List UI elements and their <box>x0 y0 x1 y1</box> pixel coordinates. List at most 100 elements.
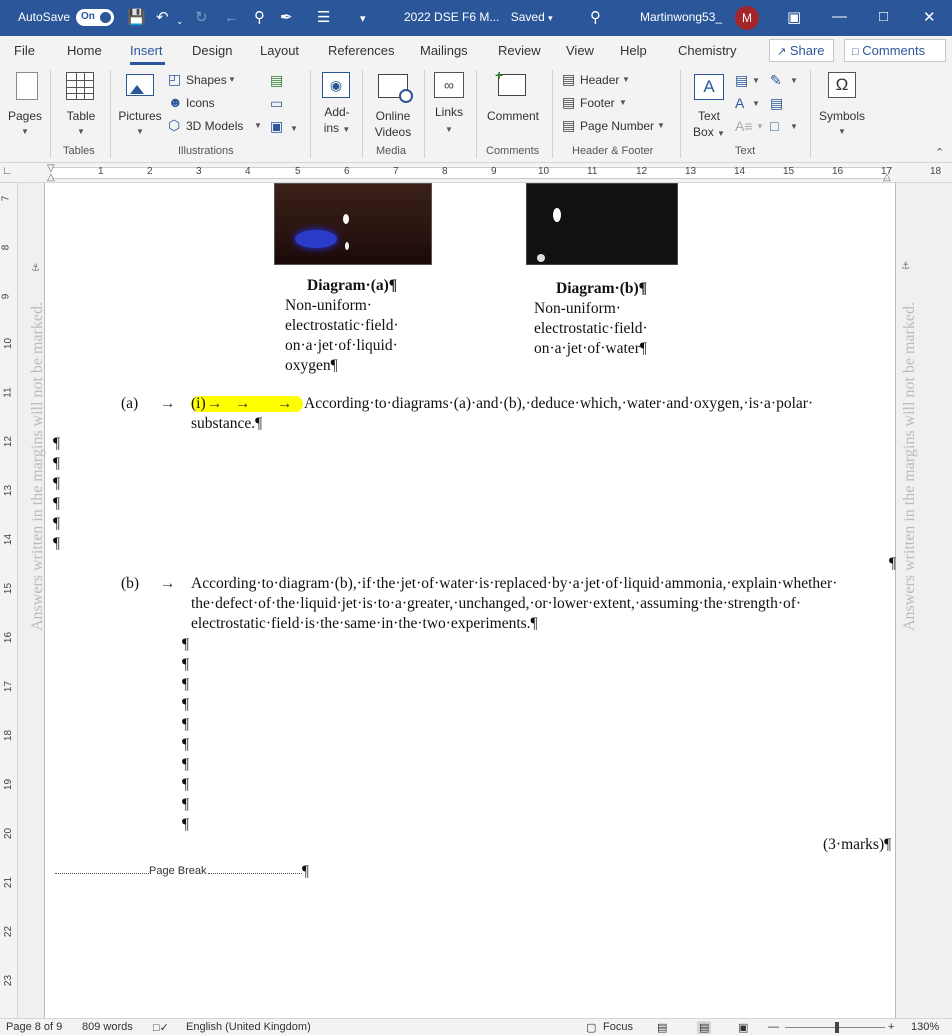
date-time-icon[interactable]: ▤ <box>770 95 783 111</box>
word-count[interactable]: 809 words <box>82 1021 133 1033</box>
online-videos-label-1: Online <box>375 109 411 123</box>
question-b-text-2: the·defect·of·the·liquid·jet·is·to·a·gre… <box>191 595 802 612</box>
tab-view[interactable]: View <box>566 43 594 58</box>
ribbon-display-icon[interactable]: ▣ <box>787 8 801 26</box>
header-label: Header <box>580 73 620 87</box>
signature-dropdown-icon[interactable]: ▼ <box>790 76 798 85</box>
quick-parts-icon[interactable]: ▤ <box>735 72 748 88</box>
quick-parts-dropdown-icon[interactable]: ▼ <box>752 76 760 85</box>
icons-button[interactable]: ☻ Icons <box>168 94 228 112</box>
focus-icon[interactable]: ▢ <box>586 1021 596 1034</box>
proofing-icon[interactable]: □✓ <box>153 1021 169 1034</box>
shapes-button[interactable]: ◰ Shapes ▼ <box>168 71 238 89</box>
language[interactable]: English (United Kingdom) <box>186 1021 311 1033</box>
tab-layout[interactable]: Layout <box>260 43 299 58</box>
tab-design[interactable]: Design <box>192 43 232 58</box>
drop-cap-dropdown-icon[interactable]: ▼ <box>756 122 764 131</box>
customize-toolbar-icon[interactable]: ▾ <box>360 11 366 28</box>
pilcrow: ¶ <box>302 863 310 880</box>
pilcrow: ¶ <box>53 435 61 452</box>
close-icon[interactable]: ✕ <box>923 8 936 26</box>
tab-insert[interactable]: Insert <box>130 43 163 58</box>
zoom-slider-thumb[interactable] <box>835 1022 839 1033</box>
pages-button[interactable]: Pages ▼ <box>6 70 44 140</box>
vruler-number: 20 <box>3 827 15 840</box>
comment-button[interactable]: + Comment <box>482 68 544 140</box>
object-dropdown-icon[interactable]: ▼ <box>790 122 798 131</box>
object-icon[interactable]: □ <box>770 118 778 134</box>
page-number-button[interactable]: ▤ Page Number ▼ <box>562 117 670 135</box>
pictures-dropdown-icon: ▼ <box>136 127 144 136</box>
zoom-level[interactable]: 130% <box>911 1021 939 1033</box>
tab-mailings[interactable]: Mailings <box>420 43 468 58</box>
share-button[interactable]: ↗ Share <box>769 39 834 62</box>
tab-references[interactable]: References <box>328 43 394 58</box>
back-icon[interactable]: ← <box>224 9 239 26</box>
wordart-icon[interactable]: A <box>735 95 744 111</box>
separator <box>110 70 111 158</box>
maximize-icon[interactable]: □ <box>879 8 888 25</box>
pilcrow: ¶ <box>53 535 61 552</box>
signature-line-icon[interactable]: ✎ <box>770 72 782 88</box>
undo-icon[interactable]: ↶ <box>156 9 169 26</box>
list-icon[interactable]: ☰ <box>317 9 330 26</box>
document-area[interactable]: Answers written in the margins will not … <box>18 183 952 1018</box>
footer-button[interactable]: ▤ Footer ▼ <box>562 94 632 112</box>
ruler-track <box>52 167 888 179</box>
online-videos-button[interactable]: Online Videos <box>370 70 416 140</box>
document-page[interactable]: Answers written in the margins will not … <box>29 183 918 1018</box>
text-box-button[interactable]: A Text Box ▼ <box>688 70 730 140</box>
smartart-icon[interactable]: ▤ <box>270 72 283 88</box>
tab-file[interactable]: File <box>14 43 35 58</box>
format-painter-icon[interactable]: ✒ <box>280 9 293 26</box>
ruler-number: 3 <box>196 166 202 177</box>
zoom-in-icon[interactable]: + <box>888 1021 894 1033</box>
redo-icon[interactable]: ↻ <box>195 9 208 26</box>
search-icon[interactable]: ⚲ <box>590 9 601 26</box>
read-mode-icon[interactable]: ▤ <box>657 1021 667 1034</box>
user-name[interactable]: Martinwong53_ <box>640 10 722 24</box>
tab-home[interactable]: Home <box>67 43 102 58</box>
search-doc-icon[interactable]: ⚲ <box>254 9 265 26</box>
save-icon[interactable]: 💾 <box>127 9 146 26</box>
links-label: Links <box>434 105 463 119</box>
separator <box>680 70 681 158</box>
horizontal-ruler[interactable]: ∟ 1 2 3 4 5 6 7 8 9 10 11 12 13 14 15 16… <box>0 163 952 183</box>
margin-note-right: Answers written in the margins will not … <box>901 302 918 631</box>
symbols-button[interactable]: Ω Symbols ▼ <box>816 70 868 140</box>
collapse-ribbon-icon[interactable]: ⌃ <box>935 146 944 159</box>
tab-review[interactable]: Review <box>498 43 541 58</box>
add-ins-button[interactable]: ◉ Add- ins ▼ <box>318 70 356 140</box>
focus-label[interactable]: Focus <box>603 1021 633 1033</box>
pilcrow: ¶ <box>53 475 61 492</box>
tab-chemistry[interactable]: Chemistry <box>678 43 737 58</box>
table-button[interactable]: Table ▼ <box>60 70 102 140</box>
tab-selector-icon[interactable]: ∟ <box>2 165 13 177</box>
web-layout-icon[interactable]: ▣ <box>738 1021 748 1034</box>
autosave-toggle[interactable]: On <box>76 9 114 26</box>
minimize-icon[interactable]: — <box>832 8 847 25</box>
chart-icon[interactable]: ▭ <box>270 95 283 111</box>
pictures-button[interactable]: Pictures ▼ <box>116 70 164 140</box>
comments-button[interactable]: □ Comments <box>844 39 946 62</box>
marks-label: (3·marks)¶ <box>823 836 892 853</box>
shapes-dropdown-icon: ▼ <box>228 75 236 84</box>
vertical-ruler[interactable]: 7 8 9 10 11 12 13 14 15 16 17 18 19 20 2… <box>0 183 18 1018</box>
drop-cap-icon[interactable]: A≡ <box>735 118 753 134</box>
header-button[interactable]: ▤ Header ▼ <box>562 71 634 89</box>
wordart-dropdown-icon[interactable]: ▼ <box>752 99 760 108</box>
links-button[interactable]: ∞ Links ▼ <box>430 70 468 140</box>
zoom-out-icon[interactable]: — <box>768 1021 779 1033</box>
left-indent-marker[interactable]: △ <box>47 172 55 183</box>
screenshot-icon[interactable]: ▣ <box>270 118 283 134</box>
undo-dropdown-icon[interactable]: ⌄ <box>176 13 184 30</box>
document-title[interactable]: 2022 DSE F6 M... Saved ▾ <box>404 10 553 24</box>
tab-help[interactable]: Help <box>620 43 647 58</box>
screenshot-dropdown-icon[interactable]: ▼ <box>290 124 298 133</box>
avatar[interactable]: M <box>735 6 759 30</box>
page-count[interactable]: Page 8 of 9 <box>6 1021 62 1033</box>
right-indent-marker[interactable]: △ <box>883 172 891 183</box>
add-ins-label-2: ins ▼ <box>318 120 356 138</box>
3d-models-button[interactable]: ⬡ 3D Models ▼ <box>168 117 264 135</box>
print-layout-icon[interactable]: ▤ <box>697 1021 712 1034</box>
